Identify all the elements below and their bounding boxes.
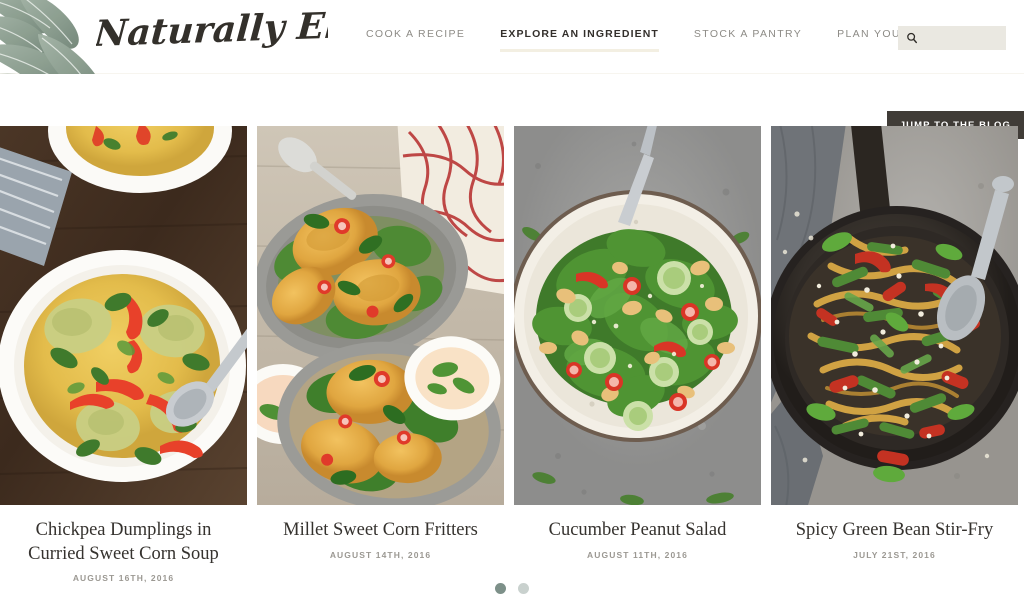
recipe-caption: Millet Sweet Corn Fritters AUGUST 14TH, … [257, 505, 504, 560]
recipe-date: AUGUST 16TH, 2016 [72, 573, 175, 584]
site-logo[interactable]: Naturally Ella [96, 4, 328, 66]
food-photo-fritters [257, 126, 504, 505]
carousel-pagination [0, 583, 1024, 594]
recipe-title[interactable]: Spicy Green Bean Stir-Fry [777, 519, 1012, 543]
recipe-photo-chickpea-dumplings[interactable] [0, 126, 247, 505]
food-photo-soup [0, 126, 247, 505]
logo-wordmark-text: Naturally Ella [96, 4, 328, 55]
food-photo-salad [514, 126, 761, 505]
recipe-title[interactable]: Cucumber Peanut Salad [520, 519, 755, 543]
nav-item-cook-a-recipe[interactable]: COOK A RECIPE [366, 28, 465, 52]
search-input[interactable] [922, 32, 1000, 44]
recipe-card[interactable]: Cucumber Peanut Salad AUGUST 11TH, 2016 [514, 126, 761, 583]
recipe-date: AUGUST 11TH, 2016 [587, 549, 688, 560]
nav-item-stock-a-pantry[interactable]: STOCK A PANTRY [694, 28, 802, 52]
recipe-caption: Chickpea Dumplings in Curried Sweet Corn… [0, 505, 247, 583]
subheader-bar: JUMP TO THE BLOG [0, 74, 1024, 139]
carousel-dot-2[interactable] [518, 583, 529, 594]
recipe-card-list: Chickpea Dumplings in Curried Sweet Corn… [0, 126, 1024, 583]
carousel-dot-1[interactable] [495, 583, 506, 594]
recipe-title[interactable]: Millet Sweet Corn Fritters [263, 519, 498, 543]
search-icon [907, 32, 918, 44]
recipe-photo-cucumber-peanut-salad[interactable] [514, 126, 761, 505]
recipe-photo-millet-fritters[interactable] [257, 126, 504, 505]
recipe-title[interactable]: Chickpea Dumplings in Curried Sweet Corn… [6, 519, 241, 566]
nav-item-explore-an-ingredient[interactable]: EXPLORE AN INGREDIENT [500, 28, 659, 52]
site-header: Naturally Ella COOK A RECIPE EXPLORE AN … [0, 0, 1024, 112]
recipe-card[interactable]: Chickpea Dumplings in Curried Sweet Corn… [0, 126, 247, 583]
food-photo-stirfry [771, 126, 1018, 505]
recipe-card[interactable]: Spicy Green Bean Stir-Fry JULY 21ST, 201… [771, 126, 1018, 583]
search-box[interactable] [898, 26, 1006, 50]
recipe-date: JULY 21ST, 2016 [853, 549, 936, 560]
recipe-date: AUGUST 14TH, 2016 [329, 549, 432, 560]
recipe-card[interactable]: Millet Sweet Corn Fritters AUGUST 14TH, … [257, 126, 504, 583]
recipe-carousel: Chickpea Dumplings in Curried Sweet Corn… [0, 126, 1024, 583]
recipe-caption: Cucumber Peanut Salad AUGUST 11TH, 2016 [514, 505, 761, 560]
recipe-caption: Spicy Green Bean Stir-Fry JULY 21ST, 201… [771, 505, 1018, 560]
main-navigation: COOK A RECIPE EXPLORE AN INGREDIENT STOC… [366, 28, 956, 52]
recipe-photo-green-bean-stir-fry[interactable] [771, 126, 1018, 505]
